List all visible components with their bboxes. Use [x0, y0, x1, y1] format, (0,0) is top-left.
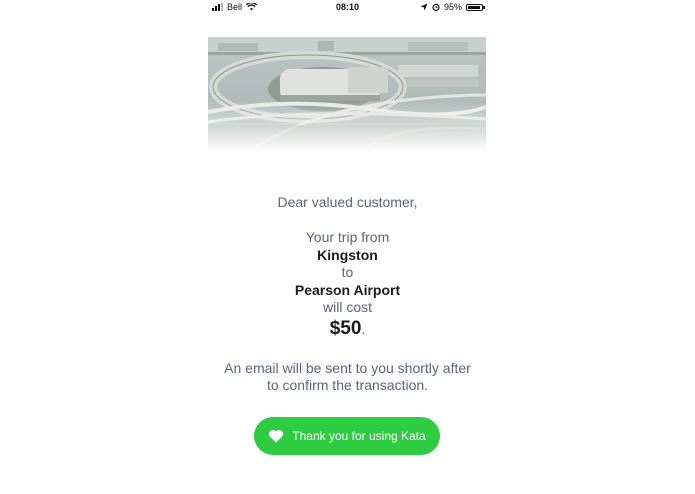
- status-time: 08:10: [335, 2, 360, 12]
- battery-percent: 95%: [443, 2, 462, 12]
- greeting: Dear valued customer,: [277, 194, 418, 210]
- heart-icon: [269, 429, 284, 443]
- thank-you-button-label: Thank you for using Kata: [292, 429, 426, 443]
- email-note-line-1: An email will be sent to you shortly aft…: [224, 360, 471, 376]
- thank-you-button[interactable]: Thank you for using Kata: [254, 417, 440, 455]
- battery-icon: [466, 3, 485, 11]
- price-line: $50.: [0, 319, 695, 338]
- status-bar-right: 95%: [420, 2, 485, 12]
- status-bar: Bell 08:10 95%: [0, 0, 695, 16]
- location-arrow-icon: [420, 3, 428, 11]
- airport-hero-image: [208, 37, 486, 152]
- alarm-icon: [432, 3, 440, 11]
- will-cost-label: will cost: [322, 299, 372, 315]
- to-label: to: [341, 264, 354, 280]
- trip-from-label: Your trip from: [305, 229, 390, 245]
- price-suffix: .: [361, 321, 366, 337]
- origin-name: Kingston: [317, 247, 378, 263]
- destination-name: Pearson Airport: [294, 282, 401, 298]
- trip-price: $50: [329, 318, 362, 339]
- email-note-line-2: to confirm the transaction.: [266, 377, 429, 393]
